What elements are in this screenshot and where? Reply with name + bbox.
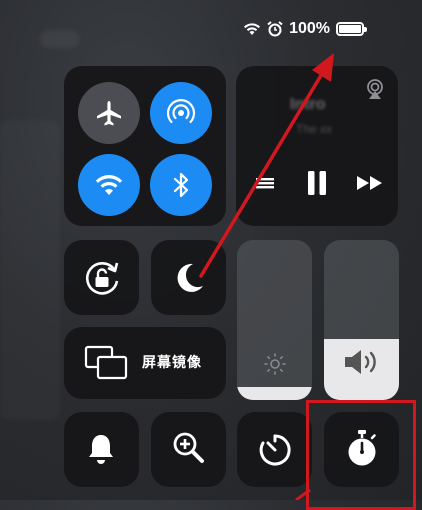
wifi-icon — [243, 22, 261, 36]
alarm-icon — [267, 21, 283, 37]
connectivity-panel — [64, 66, 226, 226]
rewind-button[interactable] — [256, 176, 274, 195]
rotation-lock-button[interactable] — [64, 240, 139, 315]
rotation-lock-icon — [85, 262, 119, 295]
battery-percentage: 100% — [289, 20, 330, 37]
airdrop-button[interactable] — [150, 82, 212, 144]
battery-fill — [339, 25, 361, 33]
speaker-icon — [345, 350, 376, 374]
airdrop-icon — [166, 99, 196, 124]
fast-forward-button[interactable] — [356, 175, 384, 196]
airplay-audio-icon[interactable] — [364, 78, 386, 105]
brightness-icon — [264, 353, 286, 375]
bell-icon — [89, 435, 113, 464]
wifi-icon — [95, 175, 123, 195]
bluetooth-toggle-button[interactable] — [150, 154, 212, 216]
screen-mirroring-label: 屏幕镜像 — [142, 354, 202, 370]
timer-icon — [259, 434, 291, 466]
brightness-slider[interactable] — [237, 240, 312, 400]
wifi-toggle-button[interactable] — [78, 154, 140, 216]
moon-icon — [177, 263, 203, 292]
alarm-shortcut-button[interactable] — [64, 412, 139, 487]
status-bar: 100% — [243, 20, 367, 38]
bluetooth-icon — [173, 172, 189, 198]
stopwatch-highlight-box — [306, 400, 416, 510]
magnifier-icon — [173, 432, 204, 463]
airplane-icon — [97, 101, 121, 126]
airplane-mode-button[interactable] — [78, 82, 140, 144]
magnifier-button[interactable] — [151, 412, 226, 487]
pause-button[interactable] — [307, 171, 327, 200]
timer-button[interactable] — [237, 412, 312, 487]
battery-icon — [336, 22, 367, 36]
music-title: Intro — [290, 96, 326, 113]
screen-mirroring-icon — [84, 345, 128, 380]
volume-slider[interactable] — [324, 240, 399, 400]
do-not-disturb-button[interactable] — [151, 240, 226, 315]
music-artist: The xx — [296, 122, 333, 136]
brightness-level — [237, 387, 312, 400]
